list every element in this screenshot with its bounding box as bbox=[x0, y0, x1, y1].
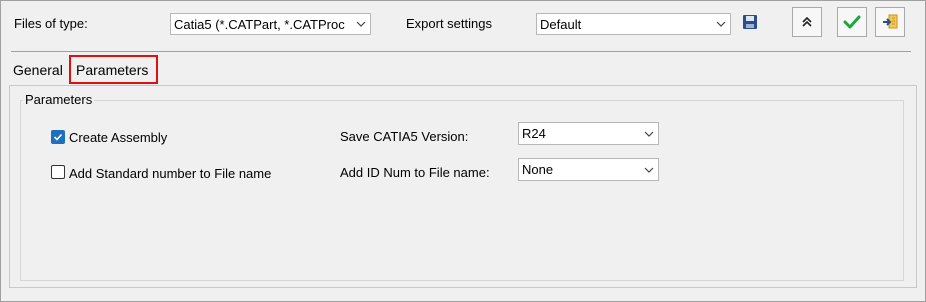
add-id-num-label: Add ID Num to File name: bbox=[340, 165, 490, 180]
checkmark-icon bbox=[53, 133, 63, 141]
tab-parameters-highlight bbox=[69, 55, 158, 84]
export-settings-value: Default bbox=[540, 16, 582, 32]
save-version-dropdown[interactable]: R24 bbox=[518, 122, 659, 145]
chevron-down-icon bbox=[712, 14, 730, 34]
chevron-down-icon bbox=[640, 159, 658, 180]
chevron-down-icon bbox=[352, 14, 370, 34]
add-standard-number-label: Add Standard number to File name bbox=[69, 166, 272, 181]
parameters-group bbox=[20, 100, 904, 281]
files-of-type-value: Catia5 (*.CATPart, *.CATProc bbox=[174, 16, 345, 32]
save-settings-button[interactable] bbox=[742, 14, 758, 30]
save-version-label: Save CATIA5 Version: bbox=[340, 129, 469, 144]
checkmark-icon bbox=[843, 15, 861, 29]
tab-general[interactable]: General bbox=[13, 62, 63, 78]
add-standard-number-checkbox[interactable] bbox=[51, 165, 65, 179]
header-divider bbox=[11, 51, 911, 52]
export-settings-label: Export settings bbox=[406, 16, 492, 31]
export-settings-dropdown[interactable]: Default bbox=[536, 13, 731, 35]
collapse-button[interactable] bbox=[792, 7, 822, 37]
files-of-type-dropdown[interactable]: Catia5 (*.CATPart, *.CATProc bbox=[170, 13, 371, 35]
files-of-type-label: Files of type: bbox=[14, 16, 88, 31]
add-id-num-value: None bbox=[522, 162, 554, 177]
add-id-num-dropdown[interactable]: None bbox=[518, 158, 659, 181]
export-icon bbox=[883, 14, 898, 29]
parameters-group-title: Parameters bbox=[23, 92, 95, 107]
ok-button[interactable] bbox=[837, 7, 867, 37]
floppy-disk-icon bbox=[743, 15, 757, 29]
chevron-down-icon bbox=[640, 123, 658, 144]
double-chevron-up-icon bbox=[802, 16, 812, 27]
create-assembly-checkbox[interactable] bbox=[51, 130, 65, 144]
save-version-value: R24 bbox=[522, 126, 546, 141]
create-assembly-label: Create Assembly bbox=[69, 130, 168, 145]
export-button[interactable] bbox=[875, 7, 905, 37]
